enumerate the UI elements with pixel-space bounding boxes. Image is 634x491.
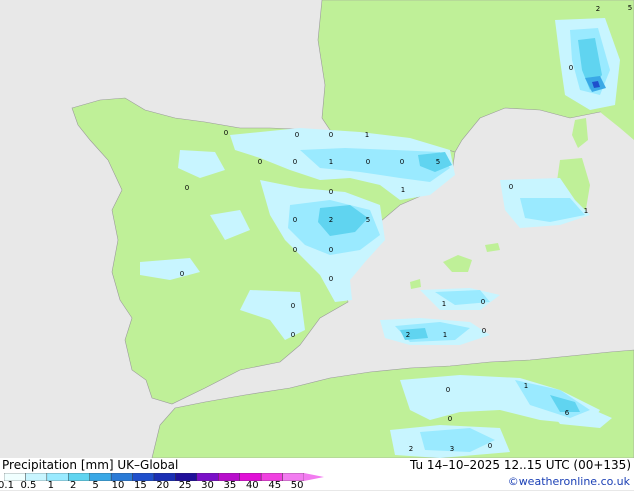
scale-tick-label: 1	[47, 480, 54, 491]
station-value: 3	[449, 445, 455, 453]
precipitation-map	[0, 0, 634, 458]
station-value: 0	[328, 275, 334, 283]
scale-tick-label: 35	[223, 480, 237, 491]
station-value: 0	[179, 270, 185, 278]
legend-title: Precipitation [mm] UK–Global	[2, 458, 179, 472]
station-value: 0	[445, 386, 451, 394]
scale-arrow	[304, 473, 324, 481]
station-value: 0	[487, 442, 493, 450]
station-value: 5	[627, 4, 633, 12]
station-value: 1	[441, 300, 447, 308]
station-value: 0	[328, 246, 334, 254]
station-value: 1	[442, 331, 448, 339]
scale-tick-label: 25	[178, 480, 192, 491]
station-value: 0	[481, 327, 487, 335]
station-value: 5	[365, 216, 371, 224]
timestamp: Tu 14–10–2025 12..15 UTC (00+135)	[410, 458, 631, 472]
scale-tick-label: 0.5	[20, 480, 37, 491]
station-value: 1	[523, 382, 529, 390]
station-value: 0	[223, 129, 229, 137]
legend-footer: Precipitation [mm] UK–Global Tu 14–10–20…	[0, 458, 634, 491]
station-value: 1	[328, 158, 334, 166]
station-value: 2	[328, 216, 334, 224]
station-value: 0	[292, 216, 298, 224]
scale-tick-label: 30	[201, 480, 214, 491]
station-value: 0	[257, 158, 263, 166]
station-value: 1	[364, 131, 370, 139]
station-value: 2	[405, 331, 411, 339]
station-value: 0	[365, 158, 371, 166]
scale-tick-label: 45	[268, 480, 282, 491]
scale-tick-label: 50	[290, 480, 304, 491]
scale-tick-label: 15	[133, 480, 147, 491]
scale-tick-label: 2	[69, 480, 77, 491]
station-value: 1	[583, 207, 589, 215]
station-value: 0	[328, 188, 334, 196]
station-value: 1	[400, 186, 406, 194]
scale-tick-label: 40	[245, 480, 259, 491]
credit-link[interactable]: ©weatheronline.co.uk	[508, 475, 630, 488]
station-value: 5	[435, 158, 441, 166]
station-value: 0	[290, 331, 296, 339]
scale-tick-label: 5	[92, 480, 99, 491]
station-value: 0	[184, 184, 190, 192]
station-value: 6	[564, 409, 570, 417]
station-value: 0	[399, 158, 405, 166]
station-value: 0	[508, 183, 514, 191]
station-value: 0	[447, 415, 453, 423]
station-value: 0	[568, 64, 574, 72]
scale-tick-label: 20	[156, 480, 170, 491]
station-value: 0	[480, 298, 486, 306]
station-value: 2	[595, 5, 601, 13]
station-value: 0	[292, 246, 298, 254]
station-value: 0	[292, 158, 298, 166]
scale-tick-label: 10	[111, 480, 125, 491]
scale-tick-label: 0.1	[0, 480, 14, 491]
station-value: 0	[294, 131, 300, 139]
station-value: 0	[328, 131, 334, 139]
station-value: 2	[408, 445, 414, 453]
station-value: 0	[290, 302, 296, 310]
